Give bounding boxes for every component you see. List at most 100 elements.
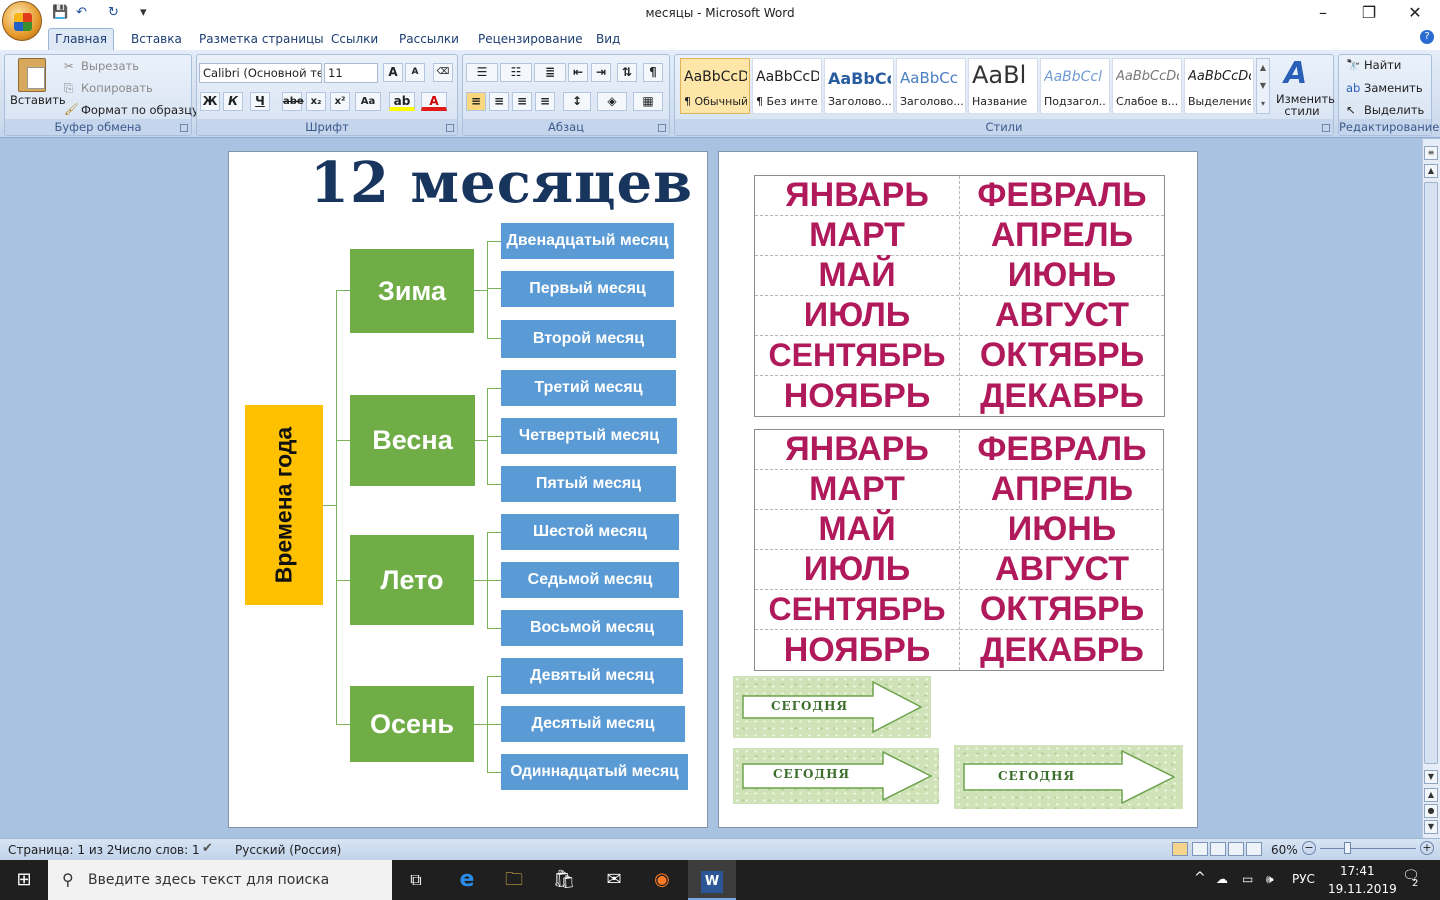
clear-format-button[interactable]: ⌫ [433, 63, 453, 82]
task-view-icon[interactable]: ⧉ [392, 860, 440, 900]
replace-button[interactable]: Заменить [1364, 81, 1423, 95]
windows-start-icon[interactable]: ⊞ [0, 860, 48, 900]
month-box[interactable]: Шестой месяц [501, 514, 679, 550]
store-icon[interactable]: 🛍 [540, 860, 588, 900]
italic-button[interactable]: К [223, 92, 243, 111]
minimize-button[interactable]: – [1300, 2, 1346, 26]
style-subtitle[interactable]: AaBbCcl Подзагол... [1040, 58, 1110, 114]
cloud-icon[interactable]: ☁ [1216, 872, 1228, 886]
scissors-icon[interactable]: ✂ [64, 59, 74, 73]
multilevel-list-icon[interactable]: ≣ [534, 63, 566, 82]
justify-icon[interactable]: ≡ [535, 92, 555, 111]
season-autumn[interactable]: Осень [350, 686, 474, 762]
select-button[interactable]: Выделить [1364, 103, 1424, 117]
paste-icon[interactable] [18, 58, 46, 92]
tab-page-layout[interactable]: Разметка страницы [199, 32, 324, 46]
maximize-button[interactable]: ❐ [1346, 2, 1392, 26]
full-screen-reading-icon[interactable] [1192, 842, 1208, 856]
replace-icon[interactable]: ab [1346, 81, 1360, 95]
web-layout-icon[interactable] [1210, 842, 1226, 856]
zoom-slider[interactable] [1320, 848, 1416, 849]
increase-indent-icon[interactable]: ⇥ [591, 63, 611, 82]
scroll-down-icon[interactable]: ▼ [1424, 770, 1438, 784]
ruler-toggle-icon[interactable]: ≡ [1424, 146, 1438, 160]
edge-icon[interactable]: e [443, 860, 491, 900]
month-box[interactable]: Четвертый месяц [501, 418, 677, 454]
subscript-button[interactable]: x₂ [306, 92, 326, 111]
style-heading1[interactable]: AaBbCc Заголово... [824, 58, 894, 114]
sort-icon[interactable]: ⇅ [617, 63, 637, 82]
grow-font-button[interactable]: A [383, 63, 403, 82]
scroll-thumb[interactable] [1424, 182, 1438, 764]
style-heading2[interactable]: AaBbCc Заголово... [896, 58, 966, 114]
borders-icon[interactable]: ▦ [633, 92, 663, 111]
tab-home[interactable]: Главная [48, 28, 114, 51]
month-box[interactable]: Третий месяц [501, 370, 676, 406]
font-name-combo[interactable]: Calibri (Основной те [199, 63, 322, 83]
zoom-in-icon[interactable]: + [1420, 841, 1434, 855]
months-table-2[interactable]: ЯНВАРЬ ФЕВРАЛЬ МАРТ АПРЕЛЬ МАЙ ИЮНЬ ИЮЛЬ… [754, 429, 1164, 671]
file-explorer-icon[interactable]: 🗀 [490, 860, 538, 900]
prev-page-icon[interactable]: ▲ [1424, 788, 1438, 802]
copy-icon[interactable]: ⎘ [64, 81, 73, 96]
month-box[interactable]: Девятый месяц [501, 658, 683, 694]
binoculars-icon[interactable]: 🔭 [1346, 58, 1360, 72]
month-box[interactable]: Седьмой месяц [501, 562, 679, 598]
scroll-up-icon[interactable]: ▲ [1424, 164, 1438, 178]
style-normal[interactable]: AaBbCcDc ¶ Обычный [680, 58, 750, 114]
shading-icon[interactable]: ◈ [597, 92, 627, 111]
select-icon[interactable]: ↖ [1346, 103, 1356, 117]
month-box[interactable]: Двенадцатый месяц [501, 223, 674, 259]
highlight-icon[interactable]: ab [389, 92, 415, 111]
bold-button[interactable]: Ж [200, 92, 220, 111]
month-box[interactable]: Десятый месяц [501, 706, 685, 742]
today-arrow-card[interactable]: СЕГОДНЯ [733, 676, 931, 738]
style-subtle-emphasis[interactable]: AaBbCcDc Слабое в... [1112, 58, 1182, 114]
season-spring[interactable]: Весна [350, 395, 475, 486]
next-page-icon[interactable]: ▼ [1424, 820, 1438, 834]
volume-icon[interactable]: 🕪 [1266, 872, 1274, 887]
change-case-button[interactable]: Aa [355, 92, 381, 111]
find-button[interactable]: Найти [1364, 58, 1401, 72]
tray-chevron-icon[interactable]: ^ [1194, 870, 1206, 886]
clipboard-launcher-icon[interactable] [180, 124, 188, 132]
month-box[interactable]: Первый месяц [501, 271, 674, 307]
format-painter-button[interactable]: Формат по образцу [81, 103, 199, 117]
shrink-font-button[interactable]: A [405, 63, 425, 82]
cut-button[interactable]: Вырезать [81, 59, 139, 73]
tab-references[interactable]: Ссылки [331, 32, 378, 46]
month-box[interactable]: Второй месяц [501, 320, 676, 358]
print-layout-icon[interactable] [1172, 842, 1188, 856]
decrease-indent-icon[interactable]: ⇤ [568, 63, 588, 82]
show-formatting-button[interactable]: ¶ [643, 63, 663, 82]
style-no-spacing[interactable]: AaBbCcDc ¶ Без инте... [752, 58, 822, 114]
seasons-root-box[interactable]: Времена года [245, 405, 323, 605]
spellcheck-icon[interactable]: ✔ [202, 841, 213, 856]
today-arrow-card[interactable]: СЕГОДНЯ [733, 748, 939, 804]
word-taskbar-icon[interactable]: W [688, 860, 736, 900]
word-count-status[interactable]: Число слов: 1 [114, 843, 200, 857]
paragraph-launcher-icon[interactable] [658, 124, 666, 132]
document-area[interactable] [0, 139, 1422, 838]
styles-launcher-icon[interactable] [1322, 124, 1330, 132]
font-size-combo[interactable]: 11 [324, 63, 378, 83]
outline-icon[interactable] [1228, 842, 1244, 856]
month-box[interactable]: Пятый месяц [501, 466, 676, 502]
month-box[interactable]: Восьмой месяц [501, 610, 683, 646]
today-arrow-card[interactable]: СЕГОДНЯ [954, 745, 1183, 809]
copy-button[interactable]: Копировать [81, 81, 153, 95]
season-winter[interactable]: Зима [350, 249, 474, 333]
align-left-icon[interactable]: ≡ [466, 92, 486, 111]
close-button[interactable]: ✕ [1392, 2, 1438, 26]
bullets-icon[interactable]: ☰ [466, 63, 498, 82]
font-launcher-icon[interactable] [446, 124, 454, 132]
change-styles-button[interactable]: Изменить стили [1276, 93, 1335, 117]
tab-review[interactable]: Рецензирование [478, 32, 583, 46]
month-box[interactable]: Одиннадцатый месяц [501, 754, 688, 790]
mail-icon[interactable]: ✉ [590, 860, 638, 900]
language-status[interactable]: Русский (Россия) [235, 843, 341, 857]
help-icon[interactable]: ? [1420, 30, 1434, 44]
tab-mailings[interactable]: Рассылки [399, 32, 459, 46]
font-color-icon[interactable]: A [421, 92, 447, 111]
months-table-1[interactable]: ЯНВАРЬ ФЕВРАЛЬ МАРТ АПРЕЛЬ МАЙ ИЮНЬ ИЮЛЬ… [754, 175, 1165, 417]
